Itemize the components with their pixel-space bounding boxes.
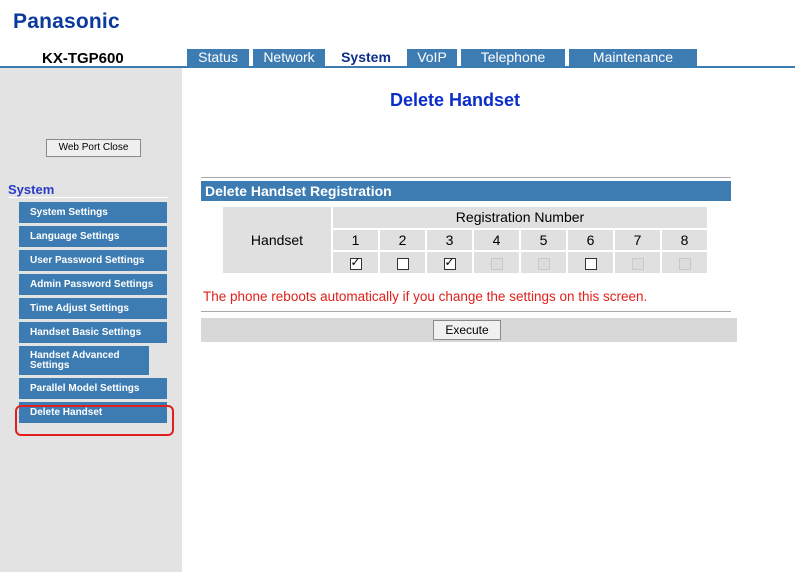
- sidebar-item-user-password-settings[interactable]: User Password Settings: [19, 250, 167, 271]
- sidebar-item-label: User Password Settings: [30, 255, 145, 266]
- registration-number-6: 6: [568, 229, 613, 251]
- sidebar-item-time-adjust-settings[interactable]: Time Adjust Settings: [19, 298, 167, 319]
- tab-telephone[interactable]: Telephone: [461, 49, 565, 66]
- registration-number-header: Registration Number: [333, 207, 707, 228]
- sidebar-item-label: System Settings: [30, 207, 108, 218]
- sidebar-section-label: System: [8, 182, 55, 197]
- registration-checkbox-4: [490, 257, 503, 270]
- tab-status[interactable]: Status: [187, 49, 249, 66]
- sidebar-item-label: Parallel Model Settings: [30, 383, 140, 394]
- registration-checkbox-5: [537, 257, 550, 270]
- sidebar-item-handset-basic-settings[interactable]: Handset Basic Settings: [19, 322, 167, 343]
- model-name: KX-TGP600: [42, 50, 124, 67]
- page-title: Delete Handset: [390, 90, 521, 110]
- registration-number-8: 8: [662, 229, 707, 251]
- registration-checkbox-6[interactable]: [584, 257, 597, 270]
- web-port-close-button[interactable]: Web Port Close: [46, 139, 141, 157]
- sidebar-item-admin-password-settings[interactable]: Admin Password Settings: [19, 274, 167, 295]
- registration-number-3: 3: [427, 229, 472, 251]
- sidebar-item-label: Admin Password Settings: [30, 279, 154, 290]
- main-tabs: Status Network System VoIP Telephone Mai…: [187, 49, 701, 66]
- warning-divider: [201, 311, 731, 312]
- sidebar-item-handset-advanced-settings[interactable]: Handset Advanced Settings: [19, 346, 149, 375]
- registration-checkbox-1[interactable]: [349, 255, 362, 270]
- registration-checkbox-7: [631, 257, 644, 270]
- section-divider: [201, 177, 731, 178]
- registration-number-5: 5: [521, 229, 566, 251]
- sidebar-divider: [8, 197, 168, 198]
- sidebar-item-label: Language Settings: [30, 231, 120, 242]
- section-header: Delete Handset Registration: [201, 181, 731, 201]
- sidebar-item-label: Handset Advanced Settings: [30, 349, 120, 371]
- sidebar-item-language-settings[interactable]: Language Settings: [19, 226, 167, 247]
- registration-number-2: 2: [380, 229, 425, 251]
- tab-voip[interactable]: VoIP: [407, 49, 457, 66]
- reboot-warning: The phone reboots automatically if you c…: [203, 289, 648, 304]
- tab-system[interactable]: System: [329, 49, 403, 66]
- sidebar-item-parallel-model-settings[interactable]: Parallel Model Settings: [19, 378, 167, 399]
- selection-highlight: [15, 405, 174, 436]
- registration-number-4: 4: [474, 229, 519, 251]
- execute-button[interactable]: Execute: [433, 320, 501, 340]
- registration-table: Handset Registration Number 1 2 3 4 5 6 …: [221, 205, 709, 275]
- registration-number-1: 1: [333, 229, 378, 251]
- sidebar-menu: System Settings Language Settings User P…: [19, 202, 167, 426]
- sidebar-item-system-settings[interactable]: System Settings: [19, 202, 167, 223]
- sidebar-item-label: Handset Basic Settings: [30, 327, 142, 338]
- tab-maintenance[interactable]: Maintenance: [569, 49, 697, 66]
- panasonic-logo: Panasonic: [13, 10, 120, 33]
- tab-network[interactable]: Network: [253, 49, 325, 66]
- sidebar-item-label: Time Adjust Settings: [30, 303, 129, 314]
- registration-checkbox-8: [678, 257, 691, 270]
- registration-checkbox-3[interactable]: [443, 255, 456, 270]
- handset-row-label: Handset: [223, 207, 331, 273]
- registration-number-7: 7: [615, 229, 660, 251]
- registration-checkbox-2[interactable]: [396, 257, 409, 270]
